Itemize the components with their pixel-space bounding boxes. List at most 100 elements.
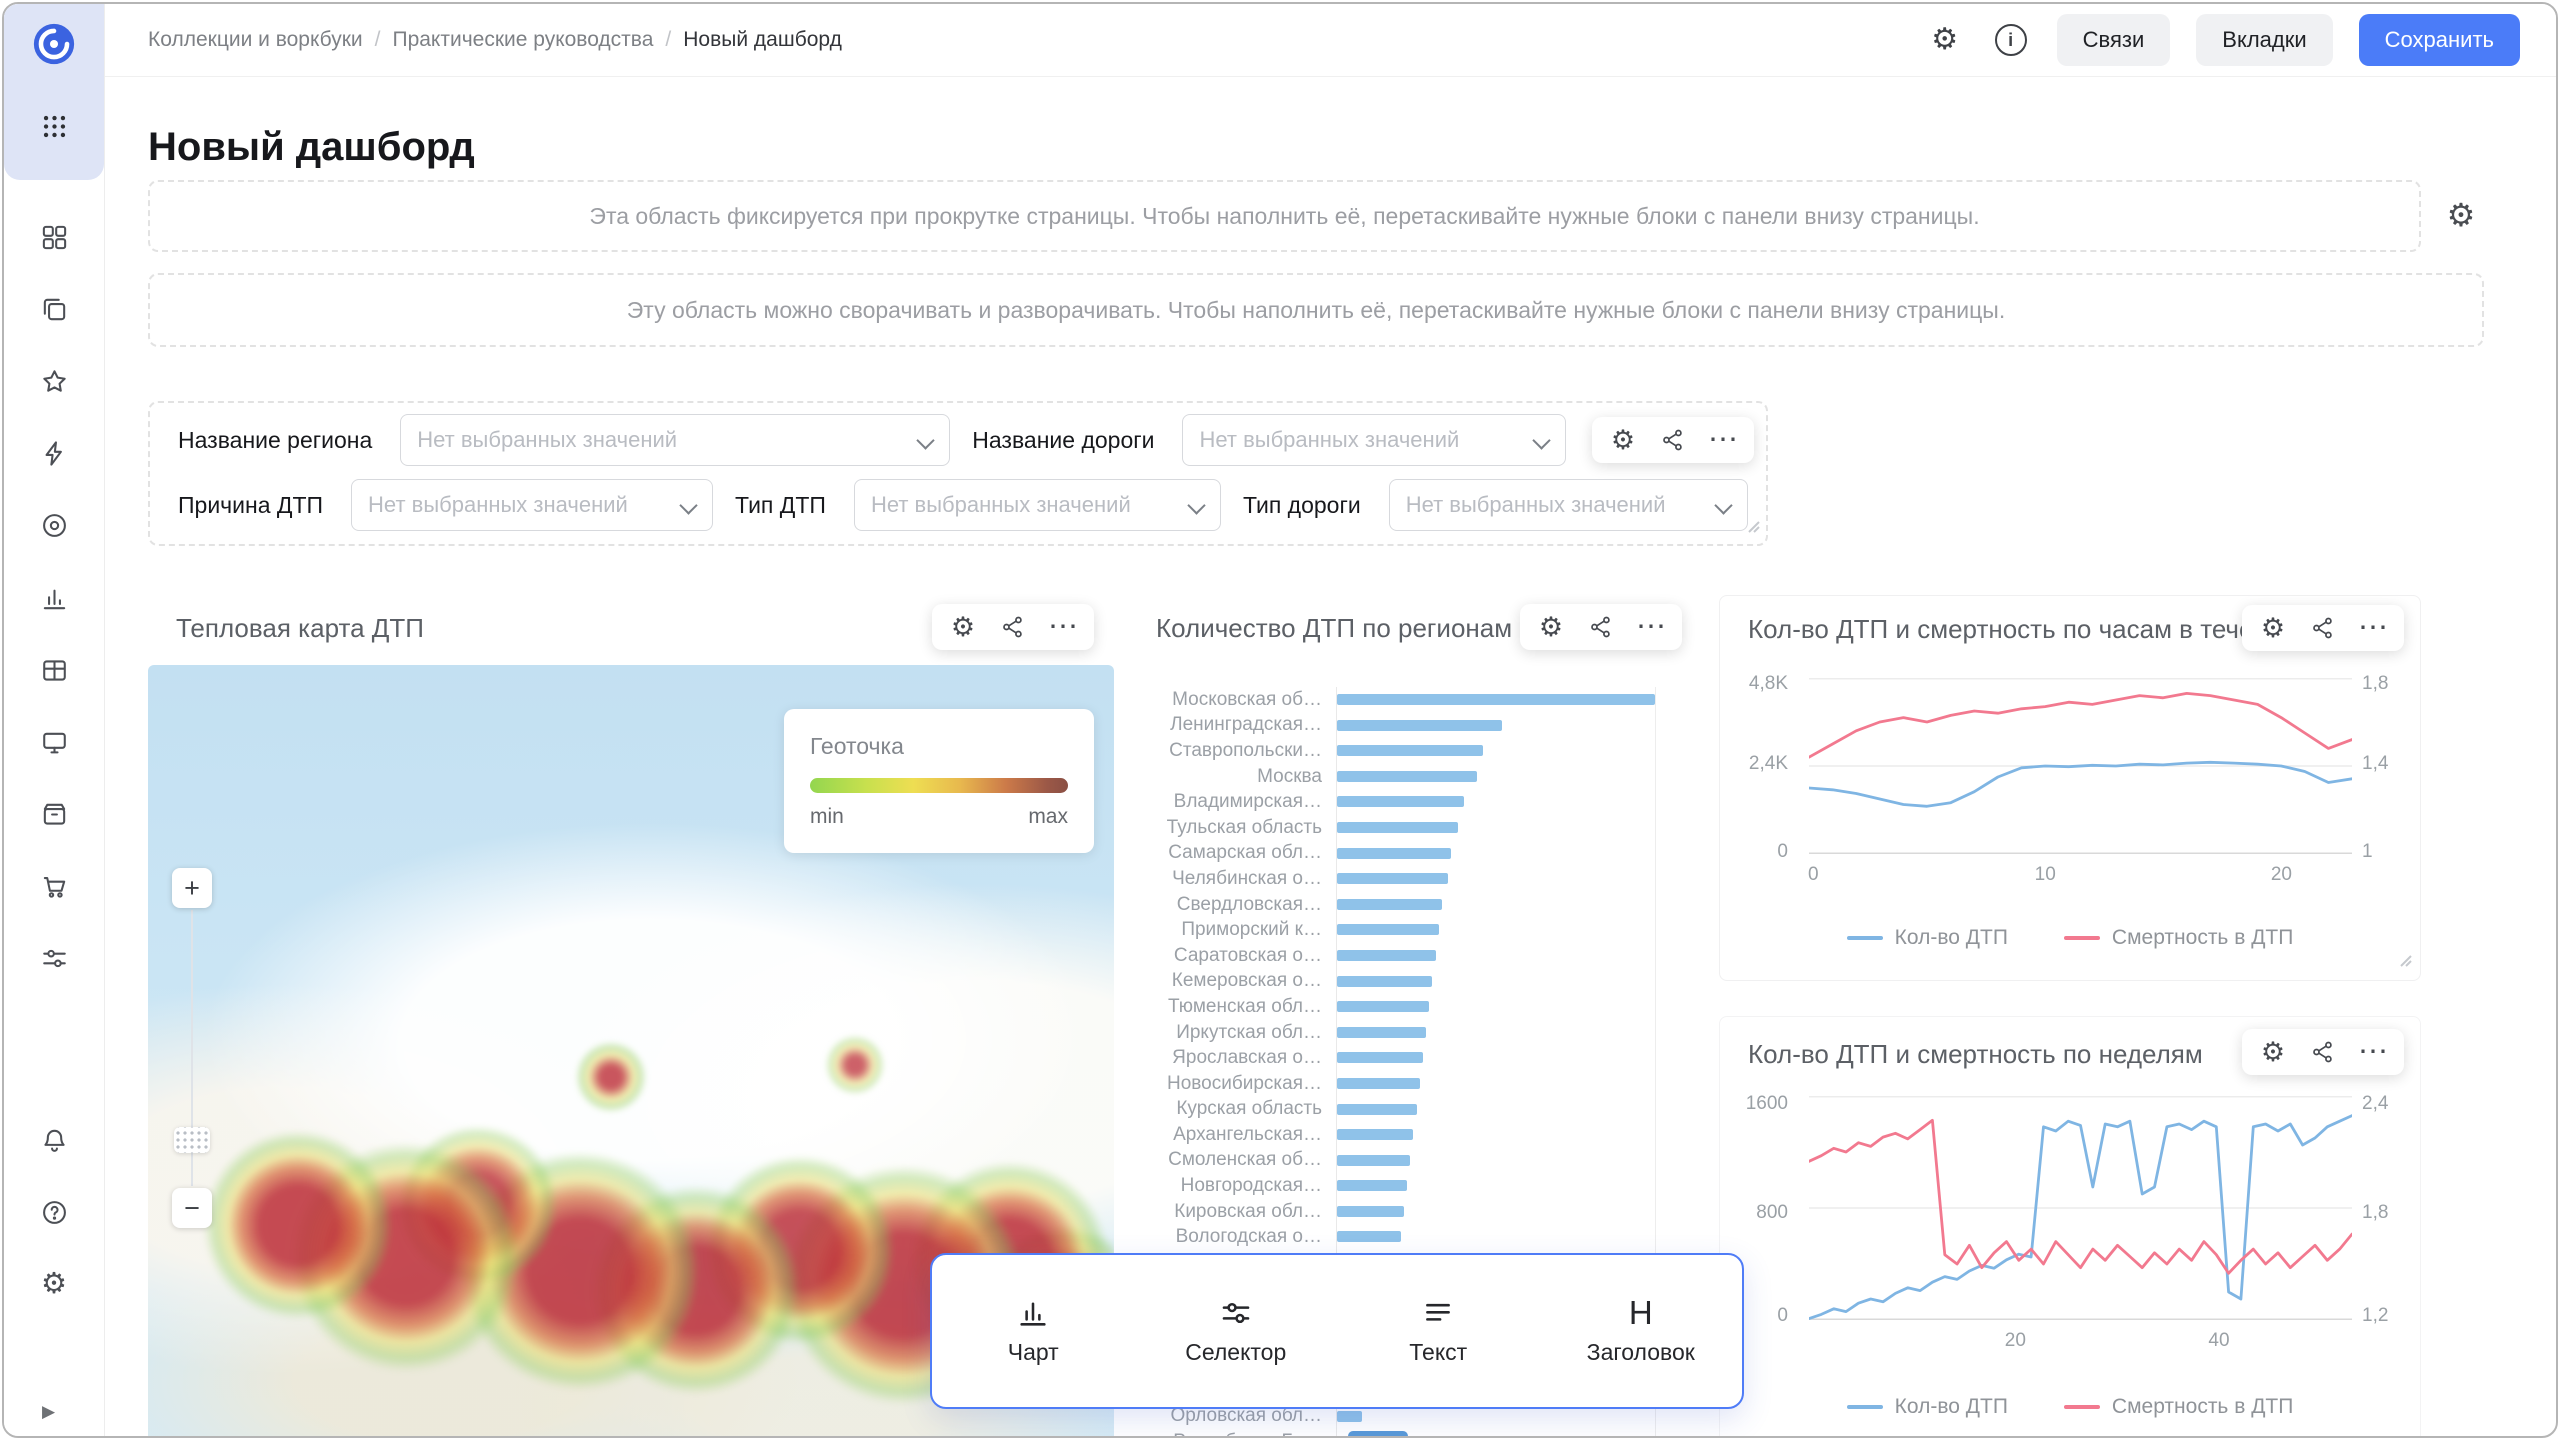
sidebar-item-workbooks[interactable] <box>34 289 74 329</box>
zoom-out-button[interactable]: − <box>172 1188 212 1228</box>
bar-chart-actions-pill: ⚙ ⋯ <box>1520 604 1682 650</box>
bar-track <box>1336 892 1656 918</box>
widget-settings-gear-icon[interactable]: ⚙ <box>948 612 978 642</box>
sidebar-item-cart[interactable] <box>34 866 74 906</box>
bar-label: Тульская область <box>1138 817 1336 839</box>
notifications-bell-icon[interactable] <box>34 1120 74 1160</box>
bar-row: Вологодская о… <box>1138 1224 1678 1250</box>
collapsible-area-dropzone[interactable]: Эту область можно сворачивать и разворач… <box>148 273 2484 347</box>
bar-track <box>1336 994 1656 1020</box>
widget-more-icon[interactable]: ⋯ <box>2358 613 2388 643</box>
widget-links-icon[interactable] <box>1658 425 1688 455</box>
resize-handle[interactable] <box>1740 513 1760 538</box>
sidebar-item-params-sliders[interactable] <box>34 938 74 978</box>
chart-icon <box>1016 1296 1050 1330</box>
breadcrumb: Коллекции и воркбуки / Практические руко… <box>104 28 842 52</box>
bar-track <box>1336 1122 1656 1148</box>
breadcrumb-guides[interactable]: Практические руководства <box>392 28 653 52</box>
bar-track <box>1336 1173 1656 1199</box>
line-chart-hours-widget: Кол-во ДТП и смертность по часам в тече … <box>1719 595 2421 981</box>
chart-legend: Кол-во ДТП Смертность в ДТП <box>1720 1395 2420 1419</box>
legend-item-mortality[interactable]: Смертность в ДТП <box>2064 926 2293 950</box>
heading-icon: H <box>1629 1296 1653 1330</box>
sidebar-item-favorites[interactable] <box>34 361 74 401</box>
widget-settings-gear-icon[interactable]: ⚙ <box>2258 613 2288 643</box>
links-button[interactable]: Связи <box>2057 14 2171 66</box>
zoom-slider-handle[interactable] <box>174 1127 210 1153</box>
zoom-in-button[interactable]: + <box>172 868 212 908</box>
select-placeholder: Нет выбранных значений <box>871 492 1131 518</box>
widget-more-icon[interactable]: ⋯ <box>1636 612 1666 642</box>
app-logo-icon[interactable] <box>31 21 77 72</box>
save-button[interactable]: Сохранить <box>2359 14 2520 66</box>
add-text-item[interactable]: Текст <box>1348 1296 1528 1366</box>
chevron-down-icon <box>917 431 935 449</box>
road-type-select[interactable]: Нет выбранных значений <box>1389 479 1748 531</box>
bar-label: Новосибирская… <box>1138 1073 1336 1095</box>
sidebar-item-disc[interactable] <box>34 505 74 545</box>
bar-track <box>1336 1199 1656 1225</box>
add-heading-item[interactable]: H Заголовок <box>1551 1296 1731 1366</box>
widget-settings-gear-icon[interactable]: ⚙ <box>2258 1037 2288 1067</box>
accident-type-select[interactable]: Нет выбранных значений <box>854 479 1221 531</box>
resize-handle[interactable] <box>2392 947 2412 972</box>
widget-more-icon[interactable]: ⋯ <box>2358 1037 2388 1067</box>
heatmap-actions-pill: ⚙ ⋯ <box>932 604 1094 650</box>
info-icon[interactable]: i <box>1991 20 2031 60</box>
bar-track <box>1336 1071 1656 1097</box>
sidebar-item-storage[interactable] <box>34 794 74 834</box>
widget-settings-gear-icon[interactable]: ⚙ <box>1536 612 1566 642</box>
fixed-area-settings-gear-icon[interactable]: ⚙ <box>2438 192 2484 238</box>
widget-settings-gear-icon[interactable]: ⚙ <box>1608 425 1638 455</box>
bar <box>1337 1027 1426 1038</box>
bar-track <box>1336 866 1656 892</box>
sidebar-item-monitor[interactable] <box>34 722 74 762</box>
header-actions: ⚙ i Связи Вкладки Сохранить <box>1925 14 2556 66</box>
breadcrumb-collections[interactable]: Коллекции и воркбуки <box>148 28 363 52</box>
widget-more-icon[interactable]: ⋯ <box>1708 425 1738 455</box>
bar <box>1337 1231 1401 1242</box>
dashboard-settings-gear-icon[interactable]: ⚙ <box>1925 20 1965 60</box>
collapse-sidebar-icon[interactable]: ▶ <box>42 1402 55 1422</box>
widget-links-icon[interactable] <box>1586 612 1616 642</box>
bar-label: Владимирская… <box>1138 791 1336 813</box>
bar-row: Московская об… <box>1138 687 1678 713</box>
bar-row: Тульская область <box>1138 815 1678 841</box>
breadcrumb-current: Новый дашборд <box>683 28 842 52</box>
bar-chart-title: Количество ДТП по регионам <box>1156 613 1512 644</box>
region-select[interactable]: Нет выбранных значений <box>400 414 950 466</box>
fixed-area-dropzone[interactable]: Эта область фиксируется при прокрутке ст… <box>148 180 2421 252</box>
sidebar-item-tables[interactable] <box>34 650 74 690</box>
bar-row: Республика Бу… <box>1138 1429 1678 1438</box>
help-icon[interactable] <box>34 1192 74 1232</box>
bar <box>1337 822 1458 833</box>
sidebar-item-collections[interactable] <box>34 217 74 257</box>
add-widget-panel: Чарт Селектор Текст H Заголовок <box>930 1253 1744 1409</box>
sidebar-item-lightning[interactable] <box>34 433 74 473</box>
legend-item-accidents[interactable]: Кол-во ДТП <box>1847 1395 2008 1419</box>
add-chart-item[interactable]: Чарт <box>943 1296 1123 1366</box>
add-selector-item[interactable]: Селектор <box>1146 1296 1326 1366</box>
accident-cause-select[interactable]: Нет выбранных значений <box>351 479 713 531</box>
bar-row: Свердловская… <box>1138 892 1678 918</box>
sidebar-item-charts[interactable] <box>34 578 74 618</box>
widget-links-icon[interactable] <box>998 612 1028 642</box>
apps-grid-icon[interactable] <box>34 106 74 146</box>
selectors-row-1: Название региона Нет выбранных значений … <box>178 414 1766 466</box>
road-select[interactable]: Нет выбранных значений <box>1182 414 1566 466</box>
bar-row: Челябинская о… <box>1138 866 1678 892</box>
scrollbar-thumb[interactable] <box>1348 1431 1408 1438</box>
x-axis-tick: 20 <box>2271 864 2292 886</box>
legend-item-accidents[interactable]: Кол-во ДТП <box>1847 926 2008 950</box>
select-placeholder: Нет выбранных значений <box>1406 492 1666 518</box>
legend-item-mortality[interactable]: Смертность в ДТП <box>2064 1395 2293 1419</box>
tabs-button[interactable]: Вкладки <box>2196 14 2332 66</box>
bar-track <box>1336 1148 1656 1174</box>
widget-links-icon[interactable] <box>2308 613 2338 643</box>
bar <box>1337 924 1439 935</box>
bar <box>1337 1180 1407 1191</box>
widget-links-icon[interactable] <box>2308 1037 2338 1067</box>
bar <box>1337 873 1448 884</box>
widget-more-icon[interactable]: ⋯ <box>1048 612 1078 642</box>
settings-gear-icon[interactable]: ⚙ <box>34 1264 74 1304</box>
